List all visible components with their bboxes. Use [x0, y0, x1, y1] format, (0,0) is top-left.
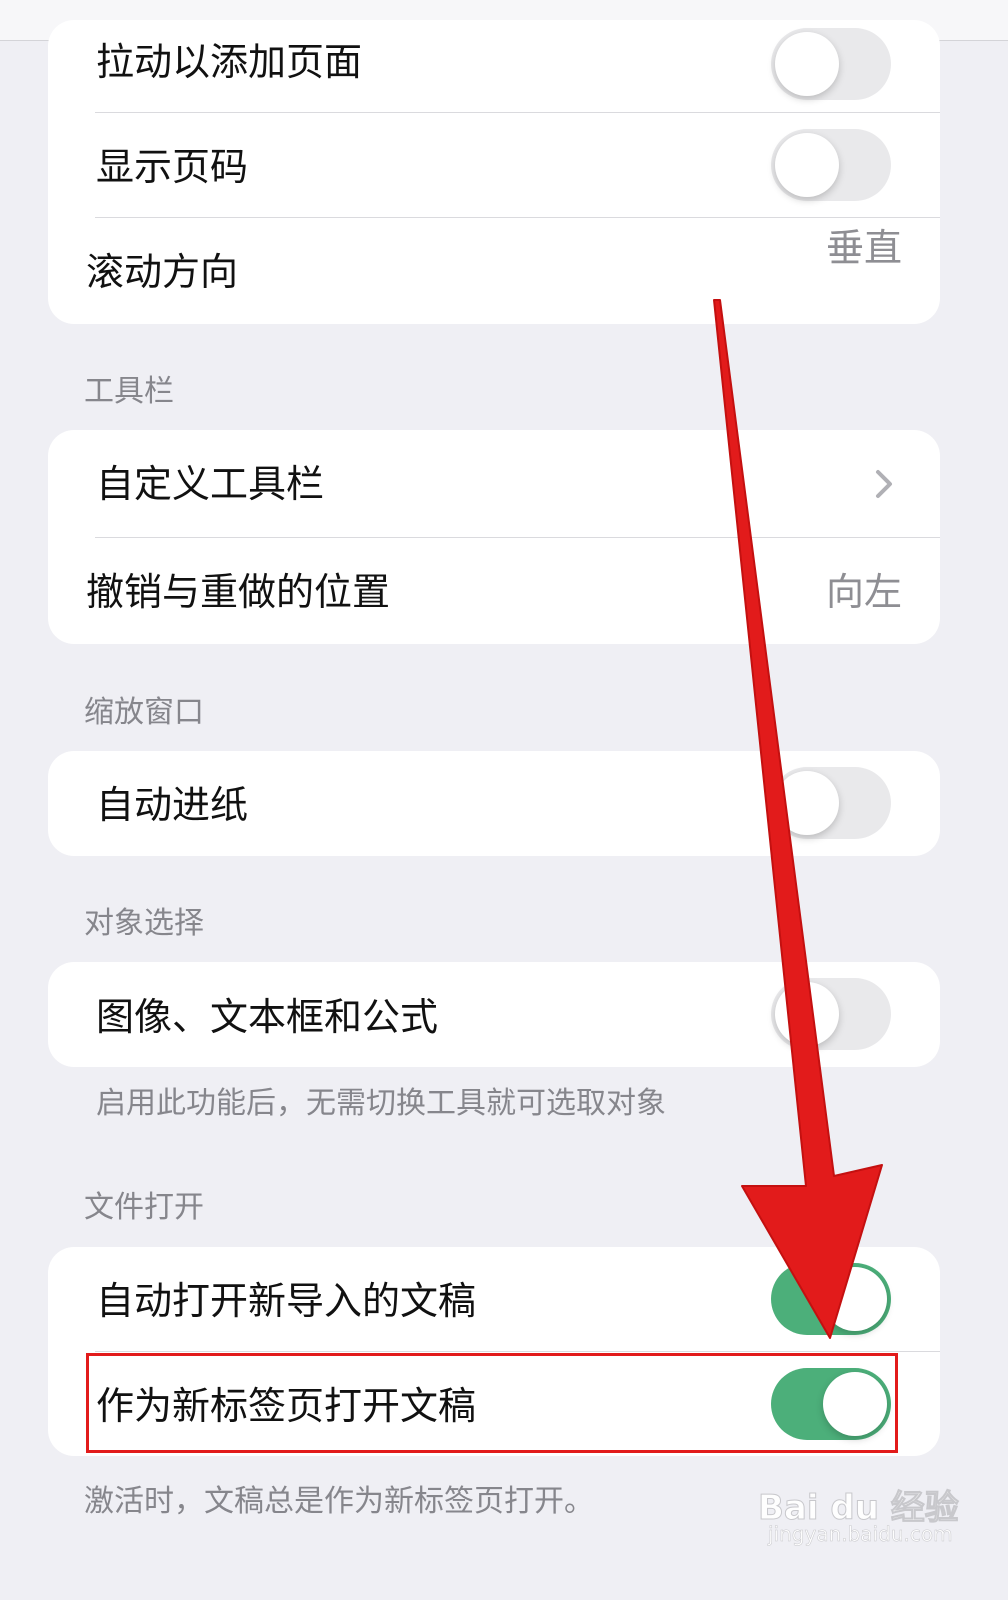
row-customize-toolbar[interactable]: 自定义工具栏 — [48, 430, 940, 537]
row-label: 显示页码 — [96, 145, 249, 189]
auto-open-imported-toggle[interactable] — [771, 1263, 891, 1335]
row-auto-advance: 自动进纸 — [48, 751, 940, 856]
chevron-right-icon — [876, 470, 892, 498]
row-label: 滚动方向 — [86, 250, 239, 294]
toggle-knob — [823, 1267, 887, 1331]
page-settings-card: 拉动以添加页面 显示页码 滚动方向 垂直 — [48, 20, 940, 324]
undo-redo-position-value: 向左 — [826, 570, 903, 614]
images-textboxes-formulas-toggle[interactable] — [771, 978, 891, 1050]
scroll-direction-value: 垂直 — [826, 226, 903, 270]
row-label: 图像、文本框和公式 — [96, 995, 439, 1039]
row-label: 撤销与重做的位置 — [86, 570, 391, 614]
row-label: 拉动以添加页面 — [96, 40, 363, 84]
zoom-window-card: 自动进纸 — [48, 751, 940, 856]
auto-advance-toggle[interactable] — [771, 767, 891, 839]
row-images-textboxes-formulas: 图像、文本框和公式 — [48, 962, 940, 1067]
toggle-knob — [775, 982, 839, 1046]
row-undo-redo-position[interactable]: 撤销与重做的位置 向左 — [48, 538, 940, 644]
object-selection-card: 图像、文本框和公式 — [48, 962, 940, 1067]
object-selection-section-header: 对象选择 — [84, 906, 204, 941]
row-label: 自动打开新导入的文稿 — [96, 1279, 477, 1323]
row-auto-open-imported: 自动打开新导入的文稿 — [48, 1247, 940, 1351]
row-label: 自动进纸 — [96, 783, 249, 827]
toggle-knob — [775, 771, 839, 835]
file-open-section-header: 文件打开 — [84, 1190, 204, 1225]
toolbar-card: 自定义工具栏 撤销与重做的位置 向左 — [48, 430, 940, 644]
baidu-jingyan-watermark-url: jingyan.baidu.com — [768, 1522, 953, 1547]
file-open-footnote: 激活时，文稿总是作为新标签页打开。 — [84, 1484, 594, 1519]
toolbar-section-header: 工具栏 — [84, 374, 174, 409]
toggle-knob — [775, 32, 839, 96]
show-page-number-toggle[interactable] — [771, 129, 891, 201]
row-label: 自定义工具栏 — [96, 462, 325, 506]
toggle-knob — [775, 133, 839, 197]
row-show-page-number: 显示页码 — [48, 113, 940, 217]
row-pull-to-add-page: 拉动以添加页面 — [48, 20, 940, 112]
zoom-window-section-header: 缩放窗口 — [84, 695, 204, 730]
row-scroll-direction[interactable]: 滚动方向 垂直 — [48, 218, 940, 324]
highlight-box — [86, 1353, 898, 1453]
object-selection-footnote: 启用此功能后，无需切换工具就可选取对象 — [96, 1086, 666, 1121]
pull-to-add-page-toggle[interactable] — [771, 28, 891, 100]
